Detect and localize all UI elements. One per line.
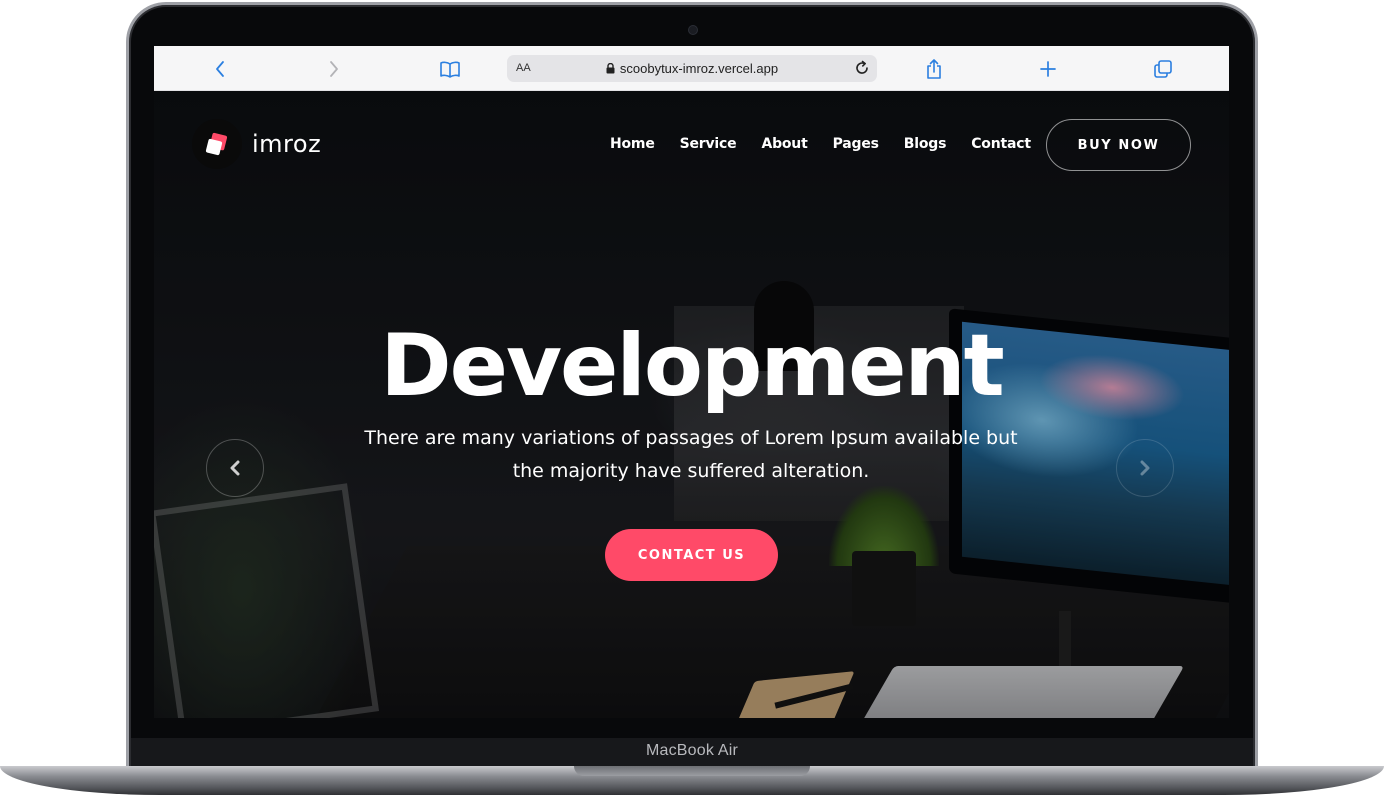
nav-item-blogs[interactable]: Blogs bbox=[904, 136, 947, 152]
slider-next-button[interactable] bbox=[1116, 439, 1174, 497]
laptop-notch bbox=[574, 766, 810, 776]
contact-us-button[interactable]: CONTACT US bbox=[605, 529, 778, 581]
device-label: MacBook Air bbox=[645, 742, 738, 759]
hero-title: Development bbox=[380, 316, 1005, 416]
address-bar[interactable]: AA scoobytux-imroz.vercel.app bbox=[507, 55, 877, 82]
nav-item-home[interactable]: Home bbox=[610, 136, 655, 152]
site-logo[interactable]: imroz bbox=[192, 119, 321, 169]
lock-icon bbox=[606, 62, 615, 77]
share-icon[interactable] bbox=[922, 57, 946, 81]
brand-name: imroz bbox=[252, 130, 322, 158]
url-display: scoobytux-imroz.vercel.app bbox=[507, 61, 877, 77]
site-navbar: imroz Home Service About Pages Blogs Con… bbox=[154, 91, 1229, 199]
hero-subtitle: There are many variations of passages of… bbox=[341, 422, 1041, 488]
hero-subtitle-line-1: There are many variations of passages of… bbox=[364, 427, 1018, 449]
buy-now-button[interactable]: BUY NOW bbox=[1046, 119, 1191, 171]
back-icon[interactable] bbox=[208, 57, 232, 81]
new-tab-icon[interactable] bbox=[1036, 57, 1060, 81]
url-text: scoobytux-imroz.vercel.app bbox=[619, 61, 779, 76]
nav-item-pages[interactable]: Pages bbox=[833, 136, 879, 152]
browser-toolbar: AA scoobytux-imroz.vercel.app bbox=[154, 46, 1229, 91]
chevron-left-icon bbox=[230, 460, 240, 476]
slider-prev-button[interactable] bbox=[206, 439, 264, 497]
bookmarks-icon[interactable] bbox=[438, 57, 462, 81]
logo-icon bbox=[192, 119, 242, 169]
reload-icon[interactable] bbox=[853, 59, 871, 82]
forward-icon[interactable] bbox=[322, 57, 346, 81]
camera-icon bbox=[689, 26, 697, 34]
nav-item-contact[interactable]: Contact bbox=[971, 136, 1031, 152]
hero-subtitle-line-2: the majority have suffered alteration. bbox=[512, 460, 870, 482]
chevron-right-icon bbox=[1140, 460, 1150, 476]
tabs-icon[interactable] bbox=[1151, 57, 1175, 81]
main-menu: Home Service About Pages Blogs Contact bbox=[610, 136, 1056, 152]
laptop-screen: AA scoobytux-imroz.vercel.app imroz Home… bbox=[154, 46, 1229, 718]
nav-item-about[interactable]: About bbox=[761, 136, 807, 152]
nav-item-service[interactable]: Service bbox=[680, 136, 737, 152]
